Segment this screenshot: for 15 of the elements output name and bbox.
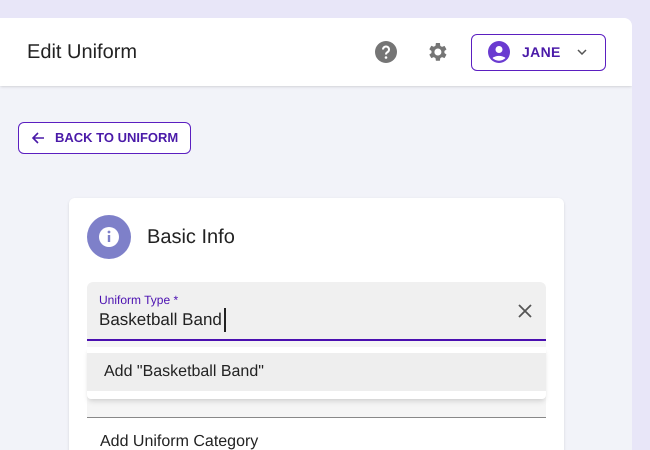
- dropdown-option[interactable]: Add "Basketball Band": [87, 353, 546, 391]
- field-value: Basketball Band: [99, 308, 226, 332]
- chevron-down-icon: [577, 49, 587, 55]
- uniform-type-field[interactable]: Uniform Type * Basketball Band: [87, 282, 546, 341]
- field-label: Uniform Type *: [99, 292, 180, 308]
- info-icon: [87, 215, 131, 259]
- page-title: Edit Uniform: [27, 40, 138, 65]
- back-button[interactable]: BACK TO UNIFORM: [18, 122, 192, 154]
- user-menu-button[interactable]: JANE: [471, 34, 606, 70]
- help-icon[interactable]: [374, 40, 398, 64]
- add-category-link[interactable]: Add Uniform Category: [87, 430, 546, 450]
- avatar-icon: [488, 41, 510, 63]
- arrow-left-icon: [31, 131, 45, 145]
- card-title: Basic Info: [147, 225, 235, 250]
- clear-icon[interactable]: [518, 304, 532, 318]
